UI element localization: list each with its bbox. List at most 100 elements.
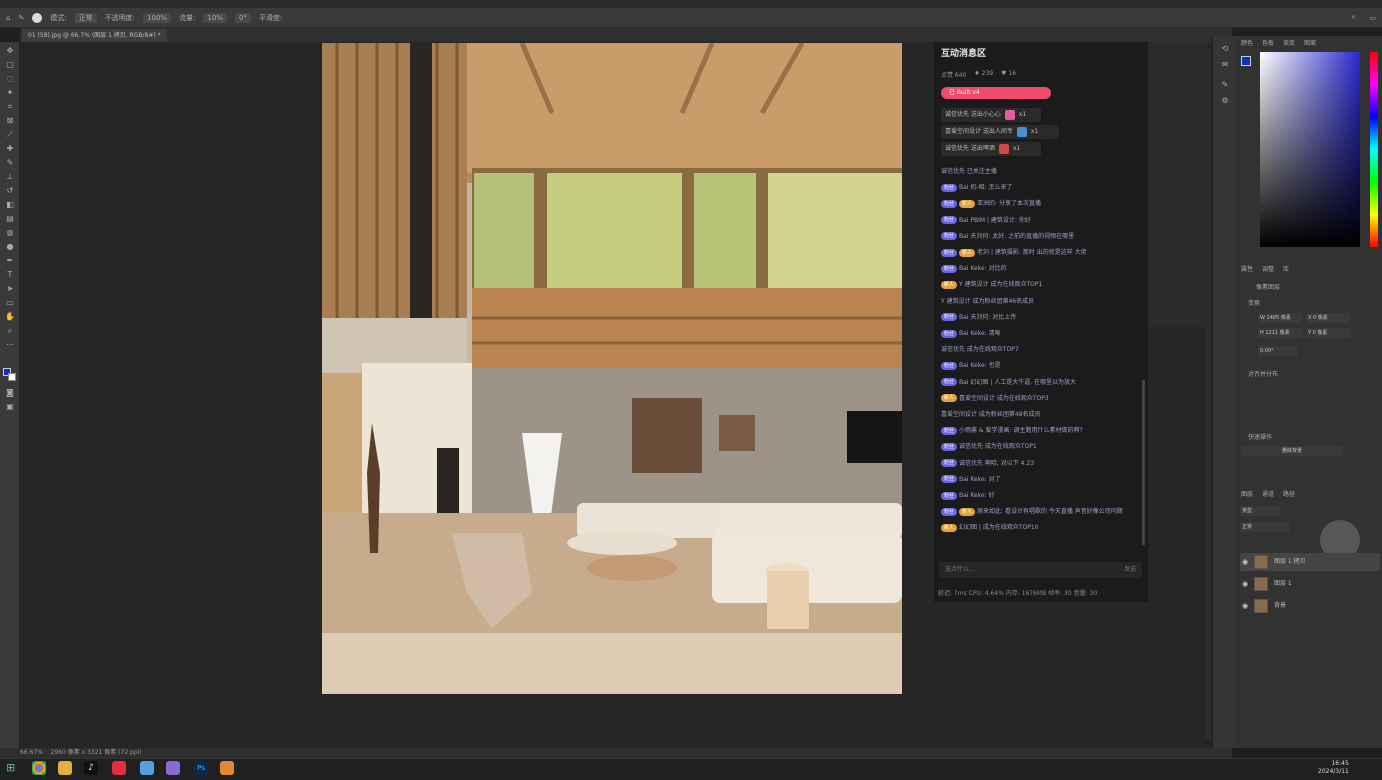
app-icon[interactable]: [140, 761, 154, 775]
tab-patterns[interactable]: 图案: [1304, 38, 1316, 47]
document-tab[interactable]: 01 (58).jpg @ 66.7% (图层 1 拷贝, RGB/8#) *: [22, 29, 167, 42]
angle-field[interactable]: 0.00°: [1258, 346, 1298, 356]
level-badge: 新人: [941, 394, 958, 403]
layer-name: 背景: [1274, 602, 1287, 609]
x-field[interactable]: X 0 像素: [1306, 313, 1350, 323]
collapsed-panel-dock: ⟲ ✉ ✎ ⚙: [1212, 36, 1236, 748]
eraser-icon[interactable]: ◧: [4, 200, 16, 210]
chat-banner[interactable]: 已 Built v4: [941, 87, 1051, 99]
photoshop-icon[interactable]: Ps: [194, 761, 208, 775]
fan-badge: 粉丝: [941, 216, 958, 225]
rectangle-tool-icon[interactable]: ▭: [4, 298, 16, 308]
tab-adjustments[interactable]: 调整: [1262, 264, 1274, 273]
history-brush-icon[interactable]: ↺: [4, 186, 16, 196]
marquee-tool-icon[interactable]: ▢: [4, 60, 16, 70]
mode-select[interactable]: 正常: [74, 12, 97, 23]
comments-icon[interactable]: ✉: [1219, 60, 1231, 70]
tiktok-icon[interactable]: ♪: [84, 761, 98, 775]
color-fg-swatch[interactable]: [1241, 56, 1251, 66]
level-badge: 新人: [959, 199, 976, 208]
background-color-swatch[interactable]: [8, 373, 16, 381]
dodge-tool-icon[interactable]: ●: [4, 242, 16, 252]
chat-message-text: 诚信优先 成为在线观众TOP1: [959, 443, 1037, 451]
fan-badge: 粉丝: [941, 313, 958, 322]
chat-message: 粉丝 新人 亚洲的: 分享了本次直播: [941, 198, 1141, 210]
chat-scrollbar[interactable]: [1142, 380, 1145, 545]
eye-icon[interactable]: ◉: [1242, 553, 1248, 571]
color-picker-field[interactable]: [1260, 52, 1360, 247]
menu-bar[interactable]: [0, 0, 1382, 8]
chat-message-text: 诚信优先 啊哈, 对以下 4.23: [959, 459, 1035, 467]
likes-stat: 点赞 640: [941, 72, 967, 79]
tab-properties[interactable]: 属性: [1241, 264, 1253, 273]
chat-message-text: Bai 机-相: 怎么来了: [959, 184, 1013, 192]
workspace-icon[interactable]: ▭: [1369, 14, 1376, 22]
tab-libraries[interactable]: 库: [1283, 264, 1289, 273]
path-select-icon[interactable]: ➤: [4, 284, 16, 294]
file-explorer-icon[interactable]: [58, 761, 72, 775]
hue-slider[interactable]: [1370, 52, 1378, 247]
send-button[interactable]: 发送: [1124, 562, 1136, 578]
blend-mode-select[interactable]: 正常: [1240, 522, 1290, 532]
search-icon[interactable]: ⌕: [1351, 13, 1355, 22]
layer-row[interactable]: ◉ 图层 1: [1240, 575, 1380, 593]
gradient-tool-icon[interactable]: ▤: [4, 214, 16, 224]
zoom-tool-icon[interactable]: ⌕: [4, 326, 16, 336]
move-tool-icon[interactable]: ✥: [4, 46, 16, 56]
layer-row[interactable]: ◉ 背景: [1240, 597, 1380, 615]
blur-tool-icon[interactable]: ◍: [4, 228, 16, 238]
tab-swatches[interactable]: 色板: [1262, 38, 1274, 47]
opacity-field[interactable]: 100%: [143, 12, 172, 23]
chat-message-text: Y 建筑设计 成为粉丝团第46名成员: [941, 297, 1035, 305]
brush-size-preset[interactable]: [32, 12, 43, 23]
screen-mode-icon[interactable]: ▣: [4, 402, 16, 412]
type-tool-icon[interactable]: T: [4, 270, 16, 280]
eyedropper-icon[interactable]: ⟋: [4, 130, 16, 140]
frame-tool-icon[interactable]: ⊠: [4, 116, 16, 126]
chat-message-text: Bai 天刘何: 对比上传: [959, 313, 1017, 321]
live-app-icon[interactable]: [112, 761, 126, 775]
hand-tool-icon[interactable]: ✋: [4, 312, 16, 322]
y-field[interactable]: Y 0 像素: [1306, 328, 1350, 338]
tab-color[interactable]: 颜色: [1241, 38, 1253, 47]
magic-wand-icon[interactable]: ✦: [4, 88, 16, 98]
history-icon[interactable]: ⟲: [1219, 44, 1231, 54]
zoom-readout[interactable]: 66.67%: [20, 749, 43, 756]
pen-tool-icon[interactable]: ✒: [4, 256, 16, 266]
interior-render-image: [322, 43, 902, 694]
brush-tool-icon[interactable]: ✎: [18, 14, 24, 22]
layer-kind-filter[interactable]: 类型: [1240, 506, 1280, 516]
doc-info[interactable]: 2960 像素 x 3321 像素 (72 ppi): [51, 749, 142, 756]
width-field[interactable]: W 1405 像素: [1258, 313, 1302, 323]
windows-start-icon[interactable]: ⊞: [6, 761, 20, 775]
height-field[interactable]: H 1211 像素: [1258, 328, 1302, 338]
chat-input[interactable]: 说点什么... 发送: [939, 562, 1142, 578]
chrome-icon[interactable]: [32, 761, 46, 775]
adjust-icon[interactable]: ⚙: [1219, 96, 1231, 106]
remove-bg-button[interactable]: 删除背景: [1242, 446, 1342, 456]
tab-layers[interactable]: 图层: [1241, 489, 1253, 498]
system-clock[interactable]: 16:45 2024/3/11: [1318, 760, 1349, 776]
layer-row[interactable]: ◉ 图层 1 拷贝: [1240, 553, 1380, 571]
home-icon[interactable]: ⌂: [6, 14, 10, 22]
more-tools-icon[interactable]: ⋯: [4, 340, 16, 350]
chat-message-text: Bai 幻幻图 | 人工是大牛逼, 在哪里以为放大: [959, 378, 1077, 386]
eye-icon[interactable]: ◉: [1242, 575, 1248, 593]
brush-settings-icon[interactable]: ✎: [1219, 80, 1231, 90]
angle-field[interactable]: 0°: [234, 12, 251, 23]
tab-channels[interactable]: 通道: [1262, 489, 1274, 498]
lasso-tool-icon[interactable]: ◌: [4, 74, 16, 84]
healing-brush-icon[interactable]: ✚: [4, 144, 16, 154]
app-icon-3[interactable]: [220, 761, 234, 775]
flow-field[interactable]: 10%: [203, 12, 227, 23]
chat-message: 粉丝 Bai PBIM | 建筑设计: 你好: [941, 215, 1141, 227]
app-icon-2[interactable]: [166, 761, 180, 775]
stamp-tool-icon[interactable]: ⊥: [4, 172, 16, 182]
tab-paths[interactable]: 路径: [1283, 489, 1295, 498]
quick-mask-icon[interactable]: ◙: [4, 388, 16, 398]
crop-tool-icon[interactable]: ⌗: [4, 102, 16, 112]
document-image[interactable]: [322, 43, 902, 694]
brush-tool-icon[interactable]: ✎: [4, 158, 16, 168]
tab-gradients[interactable]: 渐变: [1283, 38, 1295, 47]
eye-icon[interactable]: ◉: [1242, 597, 1248, 615]
